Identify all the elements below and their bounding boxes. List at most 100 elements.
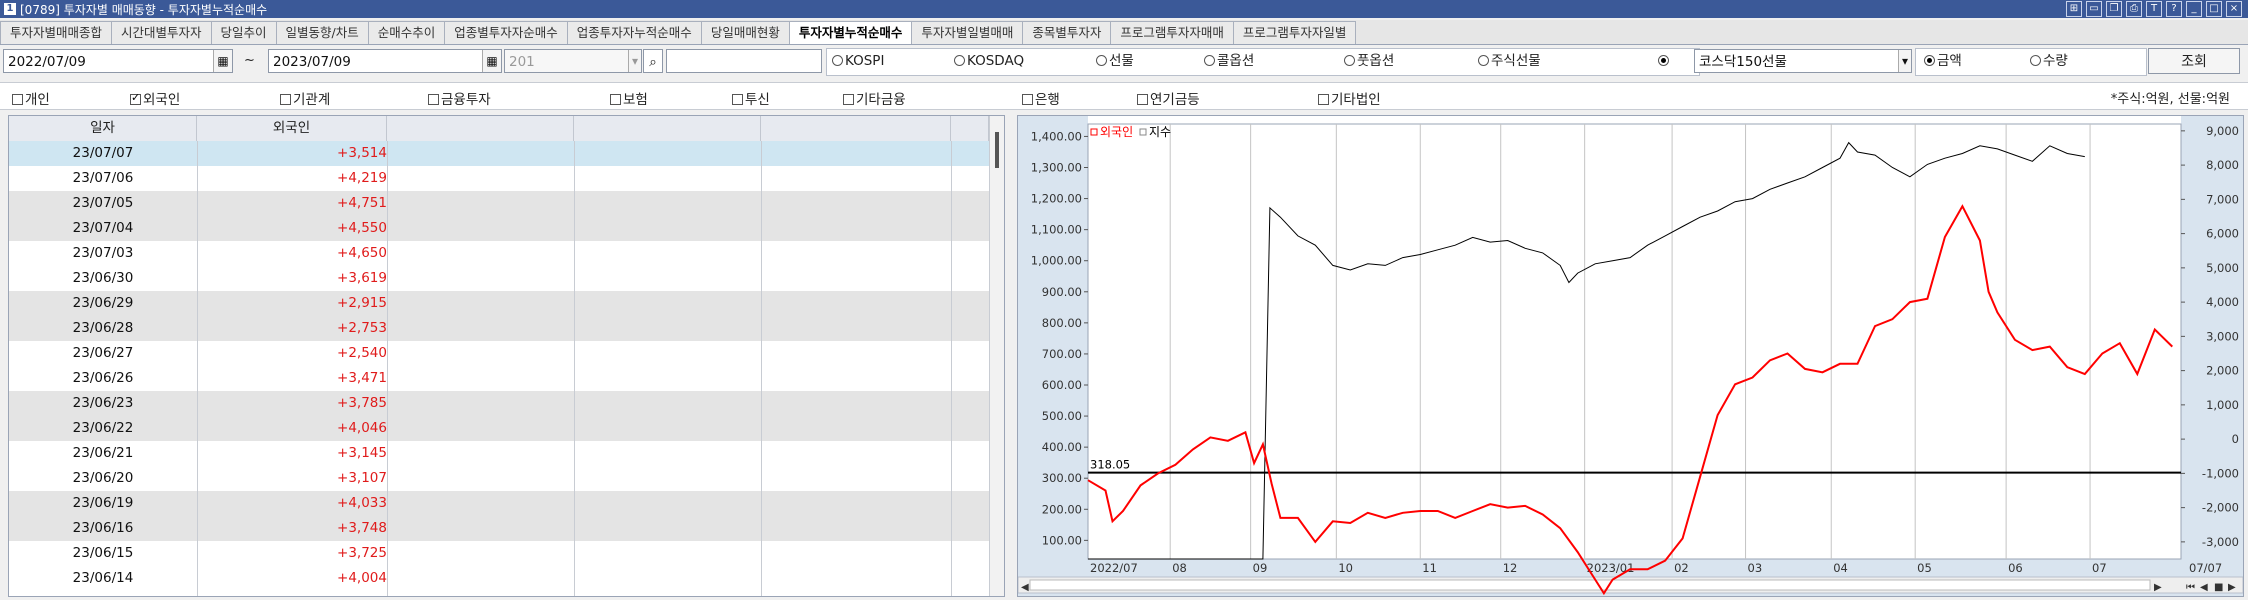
table-row[interactable]: 23/07/04 +4,550 (9, 216, 989, 241)
tab-6[interactable]: 업종투자자누적순매수 (566, 21, 702, 44)
table-row[interactable]: 23/06/30 +3,619 (9, 266, 989, 291)
market-radio-2[interactable]: 선물 (1096, 52, 1134, 70)
tab-1[interactable]: 시간대별투자자 (111, 21, 212, 44)
investor-checkbox-1[interactable]: 외국인 (130, 88, 180, 108)
layout-icon[interactable]: ▭ (2086, 1, 2102, 17)
market-radio-3[interactable]: 콜옵션 (1204, 52, 1254, 70)
radio-dot[interactable] (1344, 55, 1355, 66)
radio-dot[interactable] (1096, 55, 1107, 66)
header-foreign[interactable]: 외국인 (197, 116, 387, 141)
table-row[interactable]: 23/06/26 +3,471 (9, 366, 989, 391)
checkbox-box[interactable] (1022, 94, 1033, 105)
maximize-icon[interactable]: □ (2206, 1, 2222, 17)
table-row[interactable]: 23/06/29 +2,915 (9, 291, 989, 316)
table-row[interactable]: 23/06/15 +3,725 (9, 541, 989, 566)
cell-date: 23/07/03 (72, 245, 134, 261)
tab-8[interactable]: 투자자별누적순매수 (788, 21, 913, 44)
close-icon[interactable]: × (2226, 1, 2242, 17)
market-radio-4[interactable]: 풋옵션 (1344, 52, 1394, 70)
investor-checkbox-2[interactable]: 기관계 (280, 88, 330, 108)
table-row[interactable]: 23/06/21 +3,145 (9, 441, 989, 466)
x-tick-label: 12 (1503, 561, 1518, 575)
tab-2[interactable]: 당일추이 (210, 21, 277, 44)
radio-dot[interactable] (1924, 55, 1935, 66)
chevron-down-icon[interactable]: ▾ (628, 50, 641, 72)
investor-checkbox-6[interactable]: 기타금융 (843, 88, 906, 108)
tab-12[interactable]: 프로그램투자자일별 (1232, 21, 1357, 44)
scrollbar-thumb[interactable] (995, 132, 999, 168)
tab-0[interactable]: 투자자별매매종합 (0, 21, 113, 44)
checkbox-box[interactable] (428, 94, 439, 105)
market-radio-5[interactable]: 주식선물 (1478, 52, 1541, 70)
table-row[interactable]: 23/06/22 +4,046 (9, 416, 989, 441)
search-button[interactable]: ⌕ (643, 49, 663, 73)
header-date[interactable]: 일자 (9, 116, 197, 141)
chevron-down-icon[interactable]: ▾ (1898, 50, 1911, 72)
table-row[interactable]: 23/07/05 +4,751 (9, 191, 989, 216)
table-row[interactable]: 23/07/06 +4,219 (9, 166, 989, 191)
tab-11[interactable]: 프로그램투자자매매 (1110, 21, 1234, 44)
date-from-field[interactable]: 2022/07/09 ▦ (3, 49, 233, 73)
tab-9[interactable]: 투자자별일별매매 (911, 21, 1024, 44)
minimize-icon[interactable]: _ (2186, 1, 2202, 17)
amount-radio-1[interactable]: 수량 (2030, 52, 2068, 70)
checkbox-box[interactable] (1137, 94, 1148, 105)
table-row[interactable]: 23/06/23 +3,785 (9, 391, 989, 416)
table-row[interactable]: 23/07/07 +3,514 (9, 141, 989, 166)
radio-dot[interactable] (954, 55, 965, 66)
code-select[interactable]: 201 ▾ (504, 49, 642, 73)
cell-date: 23/06/15 (72, 545, 134, 561)
calendar-icon[interactable]: ▦ (213, 50, 232, 72)
investor-checkbox-3[interactable]: 금융투자 (428, 88, 491, 108)
checkbox-box[interactable] (732, 94, 743, 105)
amount-radio-0[interactable]: 금액 (1924, 52, 1962, 70)
link-icon[interactable]: ⊞ (2066, 1, 2082, 17)
app-icon: 1 (4, 3, 16, 15)
radio-dot[interactable] (1478, 55, 1489, 66)
table-row[interactable]: 23/06/19 +4,033 (9, 491, 989, 516)
date-to-field[interactable]: 2023/07/09 ▦ (268, 49, 502, 73)
table-row[interactable]: 23/06/14 +4,004 (9, 566, 989, 591)
radio-dot[interactable] (1204, 55, 1215, 66)
investor-checkbox-7[interactable]: 은행 (1022, 88, 1060, 108)
calendar-icon[interactable]: ▦ (482, 50, 501, 72)
table-row[interactable]: 23/07/03 +4,650 (9, 241, 989, 266)
radio-dot[interactable] (1658, 55, 1669, 66)
investor-checkbox-0[interactable]: 개인 (12, 88, 50, 108)
table-row[interactable]: 23/06/16 +3,748 (9, 516, 989, 541)
y-right-tick-label: -3,000 (2202, 535, 2239, 549)
help-icon[interactable]: ? (2166, 1, 2182, 17)
investor-checkbox-4[interactable]: 보험 (610, 88, 648, 108)
investor-checkbox-8[interactable]: 연기금등 (1137, 88, 1200, 108)
table-row[interactable]: 23/06/20 +3,107 (9, 466, 989, 491)
investor-checkbox-5[interactable]: 투신 (732, 88, 770, 108)
checkbox-box[interactable] (280, 94, 291, 105)
font-size-icon[interactable]: T (2146, 1, 2162, 17)
table-scrollbar[interactable] (989, 116, 1004, 596)
checkbox-box[interactable] (1318, 94, 1329, 105)
print-icon[interactable]: ⎙ (2126, 1, 2142, 17)
tab-10[interactable]: 종목별투자자 (1022, 21, 1112, 44)
table-row[interactable]: 23/06/27 +2,540 (9, 341, 989, 366)
checkbox-box[interactable] (843, 94, 854, 105)
checkbox-box[interactable] (610, 94, 621, 105)
investor-checkbox-9[interactable]: 기타법인 (1318, 88, 1381, 108)
checkbox-box[interactable] (130, 91, 141, 105)
table-row[interactable]: 23/06/28 +2,753 (9, 316, 989, 341)
radio-dot[interactable] (2030, 55, 2041, 66)
cell-date: 23/06/30 (72, 270, 134, 286)
copy-icon[interactable]: ❐ (2106, 1, 2122, 17)
tab-7[interactable]: 당일매매현황 (700, 21, 790, 44)
market-radio-6[interactable] (1658, 52, 1671, 70)
tab-4[interactable]: 순매수추이 (367, 21, 446, 44)
market-radio-0[interactable]: KOSPI (832, 52, 884, 70)
futures-select[interactable]: 코스닥150선물 ▾ (1694, 49, 1912, 73)
x-corner-label: 07/07 (2189, 561, 2222, 575)
checkbox-box[interactable] (12, 94, 23, 105)
radio-dot[interactable] (832, 55, 843, 66)
code-name-field[interactable] (666, 49, 822, 73)
query-button[interactable]: 조회 (2148, 48, 2240, 74)
tab-3[interactable]: 일별동향/차트 (275, 21, 369, 44)
market-radio-1[interactable]: KOSDAQ (954, 52, 1024, 70)
tab-5[interactable]: 업종별투자자순매수 (444, 21, 568, 44)
